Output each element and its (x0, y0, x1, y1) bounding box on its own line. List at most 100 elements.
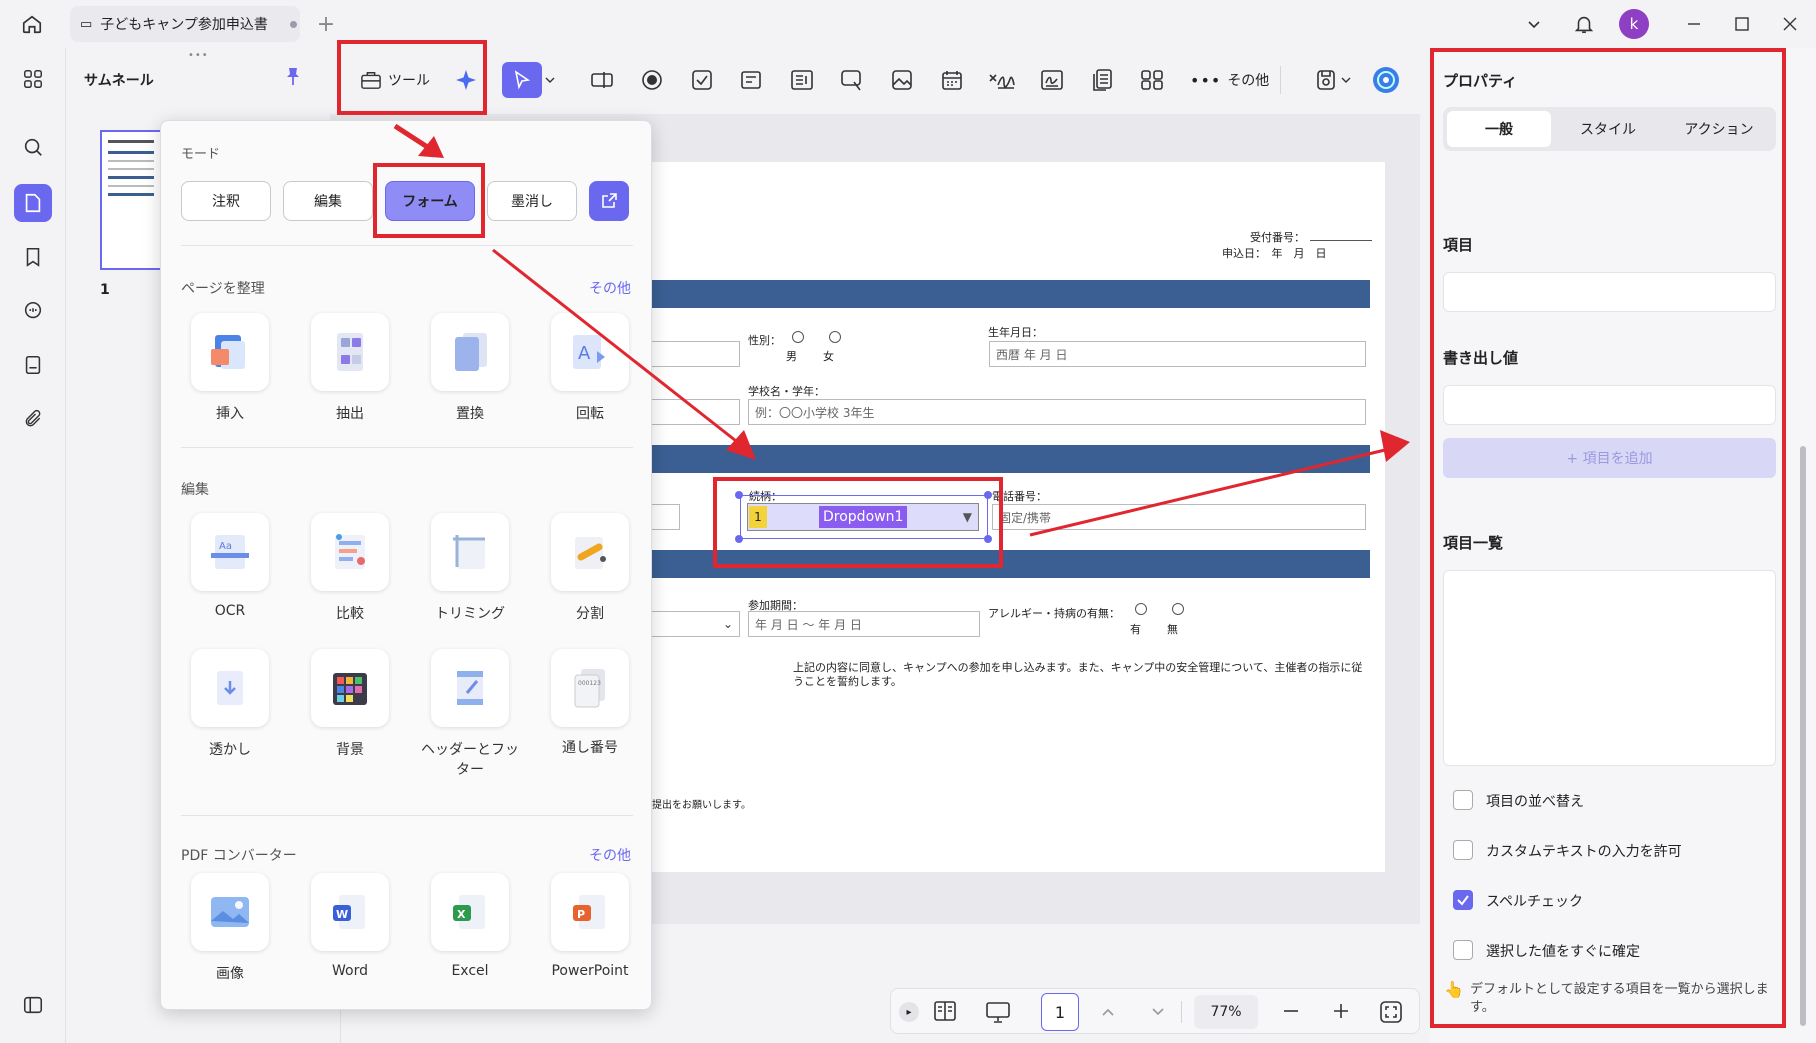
text-field-icon[interactable] (584, 62, 620, 98)
item-input[interactable] (1443, 272, 1776, 312)
convert-excel-button[interactable]: X Excel (415, 873, 525, 979)
school-field[interactable]: 例：〇〇小学校 3年生 (748, 399, 1366, 425)
rotate-page-button[interactable]: A 回転 (535, 313, 645, 423)
converter-more-link[interactable]: その他 (589, 845, 631, 865)
item-list-box[interactable] (1443, 570, 1776, 766)
export-value-input[interactable] (1443, 385, 1776, 425)
header-footer-button[interactable]: ヘッダーとフッター (415, 649, 525, 779)
mode-redact-button[interactable]: 墨消し (487, 181, 577, 221)
radio-button-icon[interactable] (634, 62, 670, 98)
crop-button[interactable]: トリミング (415, 513, 525, 623)
add-item-button[interactable]: + 項目を追加 (1443, 438, 1776, 478)
organize-more-link[interactable]: その他 (589, 278, 631, 298)
sidebar-toggle-icon[interactable] (14, 986, 52, 1024)
chevron-down-icon[interactable] (540, 62, 560, 98)
page-input[interactable]: 1 (1041, 993, 1079, 1031)
expand-arrow-icon[interactable]: ▸ (899, 1002, 919, 1022)
close-button[interactable] (1776, 10, 1804, 38)
comment-icon[interactable] (14, 292, 52, 330)
convert-word-button[interactable]: W Word (295, 873, 405, 979)
button-field-icon[interactable] (834, 62, 870, 98)
panel-scrollbar[interactable] (1800, 446, 1806, 1026)
new-tab-button[interactable]: + (312, 10, 340, 38)
extract-page-button[interactable]: 抽出 (295, 313, 405, 423)
pin-icon[interactable] (284, 66, 302, 90)
chevron-down-icon[interactable] (1520, 10, 1548, 38)
page-thumbnail[interactable] (100, 130, 162, 270)
home-icon[interactable] (18, 10, 46, 38)
tab-action[interactable]: アクション (1665, 111, 1773, 147)
custom-text-checkbox[interactable] (1453, 840, 1473, 860)
minimize-button[interactable] (1680, 10, 1708, 38)
phone-field[interactable]: 固定/携帯 (992, 504, 1366, 530)
attachment-icon[interactable] (14, 400, 52, 438)
male-radio[interactable] (792, 331, 804, 343)
dropdown-field[interactable]: 1 Dropdown1 ▼ (747, 503, 979, 531)
mode-form-button[interactable]: フォーム (385, 181, 475, 221)
next-page-icon[interactable] (1149, 1003, 1167, 1025)
zoom-in-icon[interactable] (1331, 1001, 1351, 1025)
select-cursor-icon[interactable] (502, 62, 542, 98)
maximize-button[interactable] (1728, 10, 1756, 38)
open-external-icon[interactable] (589, 181, 629, 221)
image-field-icon[interactable] (884, 62, 920, 98)
panel-grip-icon[interactable]: ••• (188, 50, 209, 61)
resize-handle[interactable] (984, 491, 992, 499)
digital-signature-icon[interactable] (1034, 62, 1070, 98)
name-field[interactable] (640, 341, 740, 367)
zoom-out-icon[interactable] (1281, 1001, 1301, 1025)
document-tab[interactable]: ▭ 子どもキャンプ参加申込書 (70, 6, 300, 42)
resize-handle[interactable] (735, 491, 743, 499)
allergy-no-radio[interactable] (1172, 603, 1184, 615)
course-select[interactable]: ⌄ (640, 611, 740, 637)
split-button[interactable]: 分割 (535, 513, 645, 623)
allergy-yes-radio[interactable] (1135, 603, 1147, 615)
chevron-down-icon[interactable] (1336, 62, 1356, 98)
presentation-icon[interactable] (985, 1000, 1011, 1028)
insert-page-button[interactable]: 挿入 (175, 313, 285, 423)
convert-powerpoint-button[interactable]: P PowerPoint (535, 873, 645, 979)
bates-number-button[interactable]: 000123 通し番号 (535, 649, 645, 757)
search-icon[interactable] (14, 128, 52, 166)
sort-items-checkbox[interactable] (1453, 790, 1473, 810)
watermark-button[interactable]: 透かし (175, 649, 285, 759)
tab-style[interactable]: スタイル (1556, 111, 1660, 147)
birthday-field[interactable]: 西暦 年 月 日 (989, 341, 1366, 367)
background-button[interactable]: 背景 (295, 649, 405, 759)
pages-icon[interactable] (14, 184, 52, 222)
apps-grid-icon[interactable] (14, 60, 52, 98)
resize-handle[interactable] (984, 535, 992, 543)
mode-edit-button[interactable]: 編集 (283, 181, 373, 221)
ocr-button[interactable]: Aa OCR (175, 513, 285, 619)
spellcheck-checkbox[interactable] (1453, 890, 1473, 910)
signature-icon[interactable] (984, 62, 1020, 98)
page-layout-icon[interactable] (933, 1000, 957, 1026)
compare-button[interactable]: 比較 (295, 513, 405, 623)
list-box-icon[interactable] (784, 62, 820, 98)
bell-icon[interactable] (1568, 8, 1600, 40)
more-button[interactable]: ••• その他 (1190, 62, 1269, 98)
dropdown-field-icon[interactable] (734, 62, 770, 98)
address-field[interactable] (640, 399, 740, 425)
ai-assistant-icon[interactable] (1368, 62, 1404, 98)
date-field-icon[interactable] (934, 62, 970, 98)
form-fields-icon[interactable] (14, 346, 52, 384)
ai-sparkle-icon[interactable] (448, 62, 484, 98)
convert-image-button[interactable]: 画像 (175, 873, 285, 983)
zoom-level[interactable]: 77% (1194, 995, 1258, 1029)
fit-page-icon[interactable] (1379, 1000, 1403, 1028)
dropdown-arrow-icon[interactable]: ▼ (963, 510, 972, 524)
resize-handle[interactable] (735, 535, 743, 543)
duplicate-field-icon[interactable] (1084, 62, 1120, 98)
mode-annotate-button[interactable]: 注釈 (181, 181, 271, 221)
female-radio[interactable] (829, 331, 841, 343)
avatar[interactable]: k (1619, 9, 1649, 39)
bookmark-icon[interactable] (14, 238, 52, 276)
tab-general[interactable]: 一般 (1447, 111, 1551, 147)
period-field[interactable]: 年 月 日 ～ 年 月 日 (748, 611, 980, 637)
previous-page-icon[interactable] (1099, 1003, 1117, 1025)
commit-immediately-checkbox[interactable] (1453, 940, 1473, 960)
checkbox-icon[interactable] (684, 62, 720, 98)
tools-button[interactable]: ツール (360, 62, 440, 98)
replace-page-button[interactable]: 置換 (415, 313, 525, 423)
